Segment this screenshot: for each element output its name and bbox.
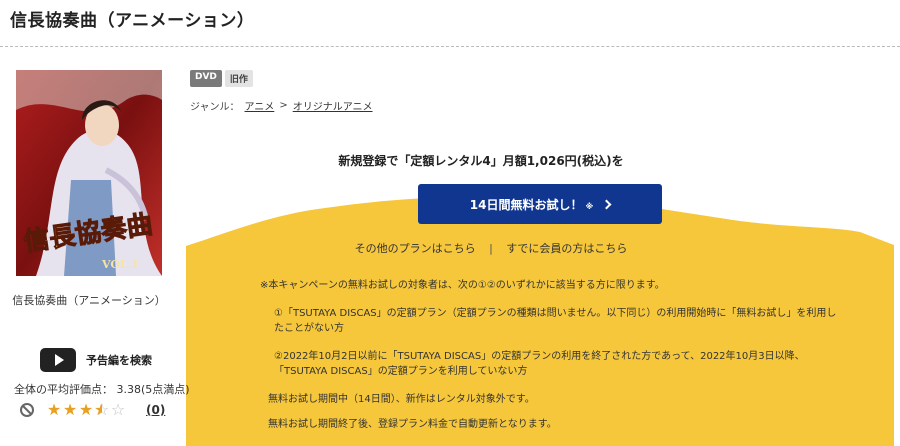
other-plans-link[interactable]: その他のプランはこちら xyxy=(355,242,476,255)
genre-label: ジャンル： xyxy=(190,102,240,113)
star-icon: ☆ xyxy=(94,402,110,419)
campaign-note: 無料お試し期間中（14日間）、新作はレンタル対象外です。 xyxy=(268,393,535,405)
campaign-notes: ※本キャンペーンの無料お試しの対象者は、次の①②のいずれかに該当する方に限ります… xyxy=(260,278,840,433)
page-title: 信長協奏曲（アニメーション） xyxy=(10,11,255,31)
star-icon: ★ xyxy=(62,400,78,419)
badge-old-release: 旧作 xyxy=(224,70,253,87)
plan-links-separator: | xyxy=(489,242,493,255)
free-trial-button[interactable]: 14日間無料お試し！ ※ xyxy=(418,184,662,224)
genre-breadcrumb: ジャンル： アニメ > オリジナルアニメ xyxy=(190,98,373,113)
title-divider xyxy=(0,46,900,47)
review-count-link[interactable]: (0) xyxy=(146,403,165,417)
cover-image[interactable]: 信長協奏曲 VOL.1 xyxy=(16,70,162,276)
campaign-note: 無料お試し期間終了後、登録プラン料金で自動更新となります。 xyxy=(268,419,557,430)
trailer-search-button[interactable]: 予告編を検索 xyxy=(40,348,152,372)
campaign-note: ※本キャンペーンの無料お試しの対象者は、次の①②のいずれかに該当する方に限ります… xyxy=(260,280,665,291)
genre-separator: > xyxy=(279,100,288,111)
genre-link-original-anime[interactable]: オリジナルアニメ xyxy=(293,98,373,113)
rating-stars: ★★★☆☆ xyxy=(46,400,126,419)
member-login-link[interactable]: すでに会員の方はこちら xyxy=(506,242,627,255)
campaign-note: ②2022年10月2日以前に「TSUTAYA DISCAS」の定額プランの利用を… xyxy=(274,350,805,378)
cover-illustration: 信長協奏曲 VOL.1 xyxy=(16,70,162,276)
chevron-right-icon xyxy=(601,199,612,209)
genre-link-anime[interactable]: アニメ xyxy=(245,98,275,113)
free-trial-note-mark: ※ xyxy=(585,201,594,211)
average-rating-text: 全体の平均評価点： 3.38(5点満点) xyxy=(14,383,190,396)
star-icon: ☆ xyxy=(110,400,126,419)
free-trial-label: 14日間無料お試し！ xyxy=(469,197,583,212)
star-icon: ★ xyxy=(46,400,62,419)
rating-row: ★★★☆☆ (0) xyxy=(20,400,165,420)
campaign-headline: 新規登録で「定額レンタル4」月額1,026円(税込)を xyxy=(338,154,624,168)
plan-links: その他のプランはこちら | すでに会員の方はこちら xyxy=(186,240,796,256)
campaign-note: ①「TSUTAYA DISCAS」の定額プラン（定額プランの種類は問いません。以… xyxy=(274,307,837,335)
cover-caption: 信長協奏曲（アニメーション） xyxy=(12,294,166,307)
play-icon xyxy=(40,348,76,372)
no-icon[interactable] xyxy=(20,403,34,417)
badge-dvd: DVD xyxy=(190,70,222,87)
svg-text:VOL.1: VOL.1 xyxy=(101,258,139,271)
star-icon: ★ xyxy=(78,400,94,419)
format-badges: DVD 旧作 xyxy=(190,70,253,87)
trailer-label: 予告編を検索 xyxy=(86,354,152,367)
